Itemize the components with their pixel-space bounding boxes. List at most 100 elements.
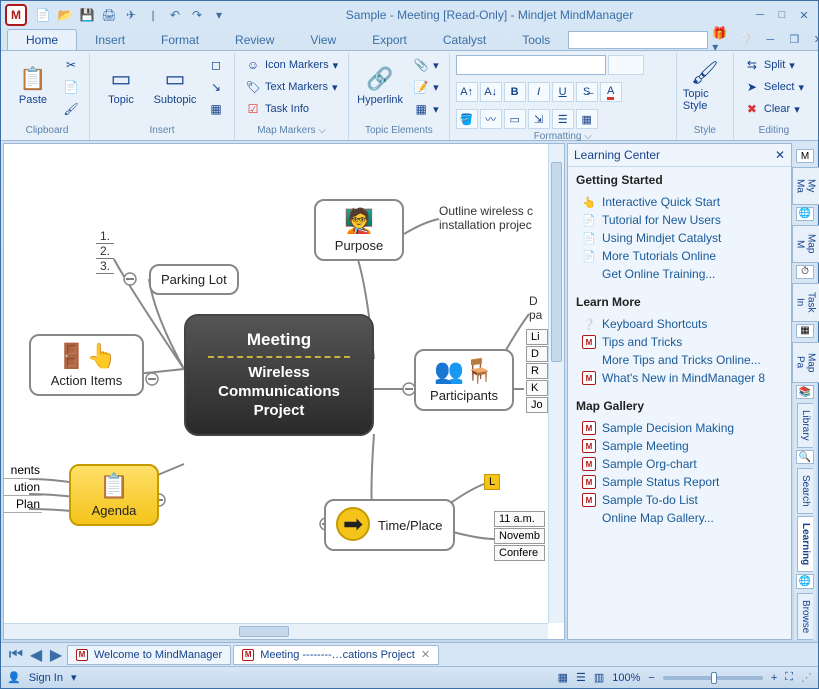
righttab-browse-icon[interactable]: 🌐 <box>796 574 814 588</box>
italic-button[interactable]: I <box>528 82 550 102</box>
node-participants[interactable]: 👥🪑 Participants <box>414 349 514 411</box>
tab-home[interactable]: Home <box>7 29 77 50</box>
doctab-meeting[interactable]: M Meeting --------…cations Project ✕ <box>233 645 439 665</box>
ribbon-close-button[interactable]: ✕ <box>808 31 819 49</box>
tab-catalyst[interactable]: Catalyst <box>425 30 504 50</box>
zoom-in-icon[interactable]: + <box>771 672 777 684</box>
text-markers-button[interactable]: 🏷Text Markers ▾ <box>241 77 342 97</box>
more-elements-button[interactable]: ▦▾ <box>409 99 443 119</box>
copy-button[interactable]: 📄 <box>59 77 83 97</box>
signin-link[interactable]: Sign In <box>29 672 63 684</box>
notes-button[interactable]: 📝▾ <box>409 77 443 97</box>
righttab-map-markers[interactable]: Map M <box>792 225 819 263</box>
ribbon-restore-button[interactable]: ❐ <box>784 31 804 49</box>
subtopic-button[interactable]: ▭ Subtopic <box>150 55 200 117</box>
redo-icon[interactable]: ↷ <box>187 5 207 25</box>
tab-prev-icon[interactable]: ◀ <box>27 646 45 664</box>
scrollbar-thumb[interactable] <box>239 626 289 637</box>
insert-extra3[interactable]: ▦ <box>204 99 228 119</box>
righttab-learning[interactable]: Learning <box>797 516 813 572</box>
hyperlink-button[interactable]: 🔗 Hyperlink <box>355 55 405 117</box>
font-color-button[interactable]: A <box>600 82 622 102</box>
tab-next-icon[interactable]: ▶ <box>47 646 65 664</box>
new-icon[interactable]: 📄 <box>33 5 53 25</box>
tab-review[interactable]: Review <box>217 30 292 50</box>
undo-icon[interactable]: ↶ <box>165 5 185 25</box>
paste-button[interactable]: 📋 Paste <box>11 55 55 117</box>
help-icon[interactable]: ❔ <box>736 30 756 50</box>
node-action-items[interactable]: 🚪👆 Action Items <box>29 334 144 396</box>
view-normal-icon[interactable]: ▦ <box>558 671 568 684</box>
doctab-welcome[interactable]: M Welcome to MindManager <box>67 645 231 665</box>
vertical-scrollbar[interactable] <box>548 144 564 623</box>
view-outline-icon[interactable]: ☰ <box>576 671 586 684</box>
node-purpose[interactable]: 🧑‍🏫 Purpose <box>314 199 404 261</box>
horizontal-scrollbar[interactable] <box>4 623 548 639</box>
righttab-search-icon[interactable]: 🔍 <box>796 450 814 464</box>
lc-link[interactable]: 📄Tutorial for New Users <box>576 211 783 229</box>
lc-link[interactable]: MSample Decision Making <box>576 419 783 437</box>
righttab-search[interactable]: Search <box>797 468 813 514</box>
tab-format[interactable]: Format <box>143 30 217 50</box>
lc-link[interactable]: 👆Interactive Quick Start <box>576 193 783 211</box>
topic-style-button[interactable]: 🖌 Topic Style <box>683 55 727 117</box>
lc-link[interactable]: MSample To-do List <box>576 491 783 509</box>
mindmap-canvas[interactable]: Meeting Wireless Communications Project … <box>4 144 564 639</box>
lc-link[interactable]: Online Map Gallery... <box>576 509 783 527</box>
righttab-taskinfo-icon[interactable]: ⏱ <box>796 265 814 279</box>
search-combo[interactable] <box>568 31 708 49</box>
layout-button[interactable]: ☰ <box>552 109 574 129</box>
insert-extra1[interactable]: ◻ <box>204 55 228 75</box>
format-painter-button[interactable]: 🖌 <box>59 99 83 119</box>
grow-font-button[interactable]: A↑ <box>456 82 478 102</box>
resize-grip-icon[interactable]: ⋰ <box>801 671 812 684</box>
view-filter-icon[interactable]: ▥ <box>594 671 604 684</box>
lc-link[interactable]: More Tips and Tricks Online... <box>576 351 783 369</box>
ribbon-minimize-button[interactable]: ─ <box>760 31 780 49</box>
zoom-value[interactable]: 100% <box>612 672 640 684</box>
node-agenda[interactable]: 📋 Agenda <box>69 464 159 526</box>
split-button[interactable]: ⇆Split ▾ <box>740 55 808 75</box>
zoom-handle[interactable] <box>711 672 717 684</box>
app-logo[interactable]: M <box>5 4 27 26</box>
node-central[interactable]: Meeting Wireless Communications Project <box>184 314 374 436</box>
righttab-library-icon[interactable]: 📚 <box>796 385 814 399</box>
topic-button[interactable]: ▭ Topic <box>96 55 146 117</box>
fit-icon[interactable]: ⛶ <box>785 671 793 684</box>
righttab-browse[interactable]: Browse <box>797 593 813 640</box>
node-parking-lot[interactable]: Parking Lot <box>149 264 239 295</box>
tab-first-icon[interactable]: ⏮ <box>7 646 25 664</box>
lc-link[interactable]: 📄More Tutorials Online <box>576 247 783 265</box>
insert-extra2[interactable]: ↘ <box>204 77 228 97</box>
lc-link[interactable]: MWhat's New in MindManager 8 <box>576 369 783 387</box>
tab-view[interactable]: View <box>292 30 354 50</box>
close-button[interactable]: ✕ <box>794 6 814 24</box>
lc-link[interactable]: MSample Status Report <box>576 473 783 491</box>
lc-link[interactable]: MSample Org-chart <box>576 455 783 473</box>
cut-button[interactable]: ✂ <box>59 55 83 75</box>
lc-link[interactable]: ❔Keyboard Shortcuts <box>576 315 783 333</box>
select-button[interactable]: ➤Select ▾ <box>740 77 808 97</box>
tab-export[interactable]: Export <box>354 30 425 50</box>
righttab-task-info[interactable]: Task In <box>792 283 819 322</box>
line-color-button[interactable]: 〰 <box>480 109 502 129</box>
task-info-button[interactable]: ☑Task Info <box>241 99 342 119</box>
signin-icon[interactable]: 👤 <box>7 671 21 684</box>
fill-color-button[interactable]: 🪣 <box>456 109 478 129</box>
righttab-mymaps-icon[interactable]: M <box>796 149 814 163</box>
panel-close-icon[interactable]: ✕ <box>775 148 785 162</box>
font-family-combo[interactable] <box>456 55 606 75</box>
strike-button[interactable]: S̶ <box>576 82 598 102</box>
shape-button[interactable]: ▭ <box>504 109 526 129</box>
font-size-combo[interactable] <box>608 55 644 75</box>
righttab-library[interactable]: Library <box>797 403 813 448</box>
righttab-my-maps[interactable]: My Ma <box>792 167 819 204</box>
shrink-font-button[interactable]: A↓ <box>480 82 502 102</box>
lc-link[interactable]: MTips and Tricks <box>576 333 783 351</box>
bold-button[interactable]: B <box>504 82 526 102</box>
underline-button[interactable]: U <box>552 82 574 102</box>
zoom-out-icon[interactable]: − <box>648 672 654 684</box>
lc-link[interactable]: MSample Meeting <box>576 437 783 455</box>
tab-tools[interactable]: Tools <box>504 30 568 50</box>
attachment-button[interactable]: 📎▾ <box>409 55 443 75</box>
